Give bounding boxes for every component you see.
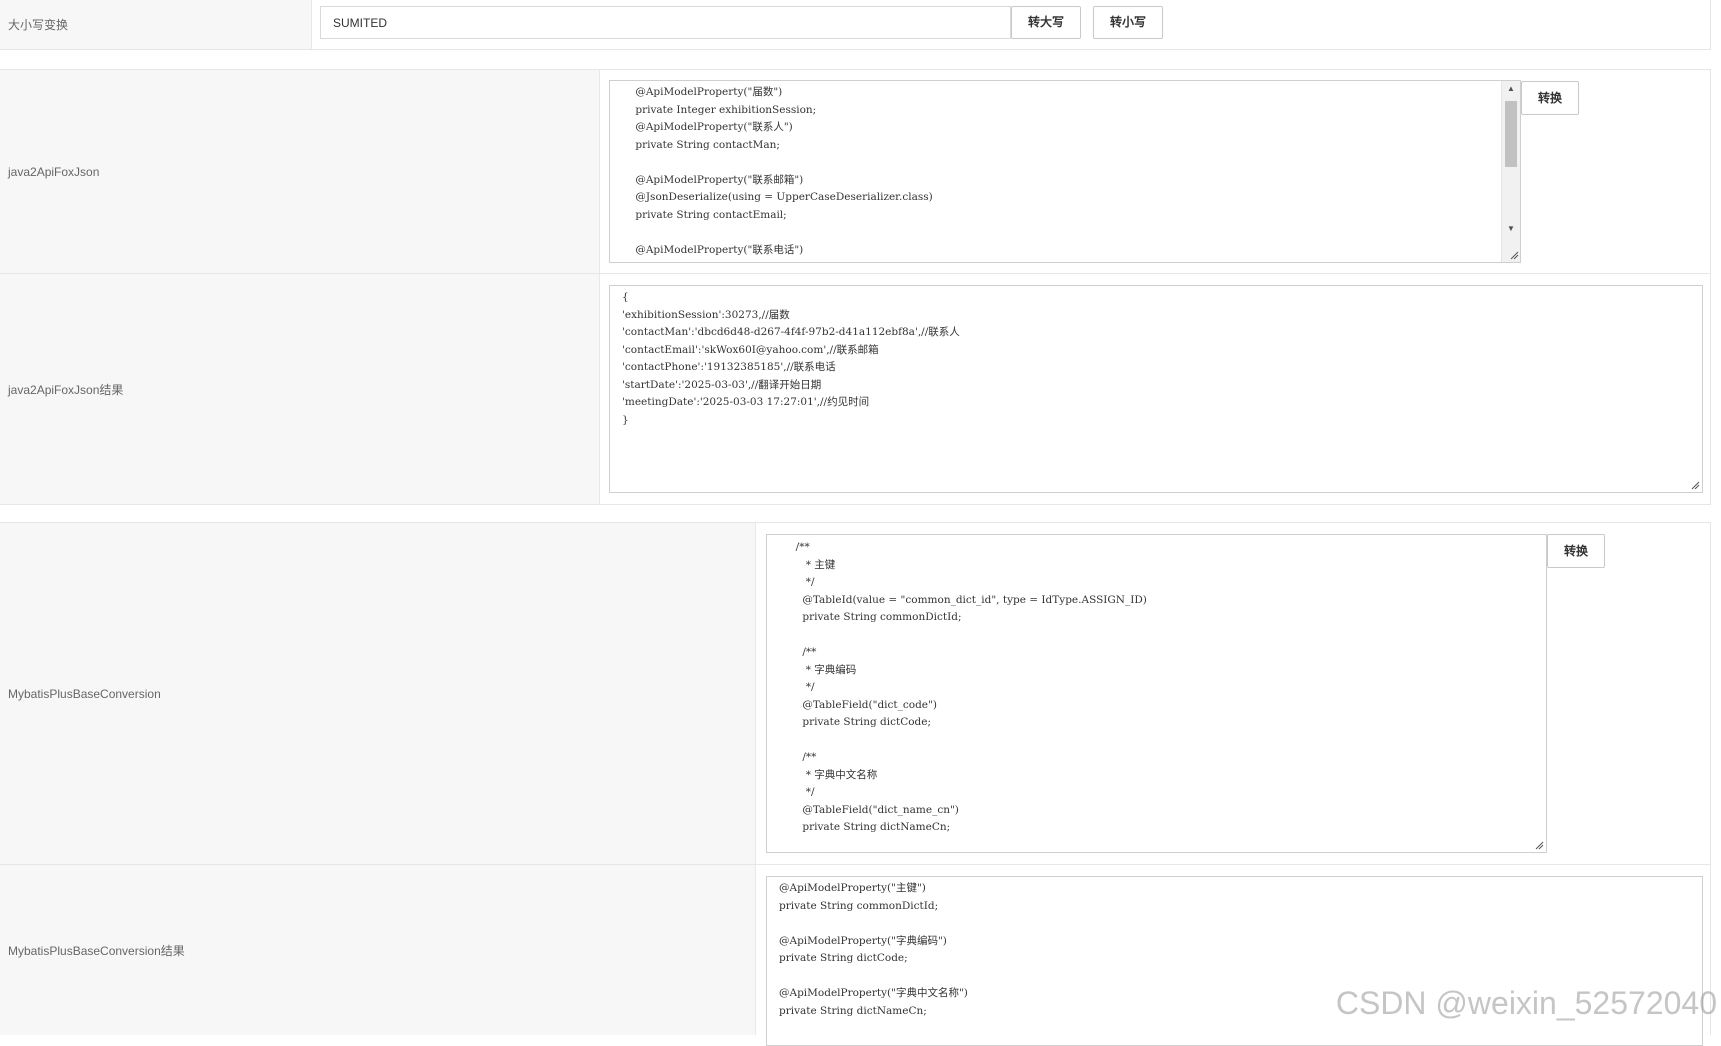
java2apifox-result-textarea[interactable]: { 'exhibitionSession':30273,//届数 'contac… [609,285,1703,493]
scroll-up-icon[interactable]: ▲ [1502,81,1520,97]
java2apifox-result-row: java2ApiFoxJson结果 { 'exhibitionSession':… [0,273,1711,505]
mybatis-code: /** * 主键 */ @TableId(value = "common_dic… [795,541,1147,833]
java2apifox-code: @ApiModelProperty("届数") private Integer … [635,86,933,256]
resize-grip-icon[interactable] [1509,250,1519,260]
java2apifox-result-code: { 'exhibitionSession':30273,//届数 'contac… [622,291,960,426]
mybatis-result-label: MybatisPlusBaseConversion结果 [0,865,756,1035]
mybatis-convert-button[interactable]: 转换 [1547,534,1605,568]
to-lowercase-button[interactable]: 转小写 [1093,6,1163,39]
java2apifox-row: java2ApiFoxJson @ApiModelProperty("届数") … [0,69,1711,275]
java2apifox-label: java2ApiFoxJson [0,70,600,274]
resize-grip-icon[interactable] [1534,840,1544,850]
mybatis-label: MybatisPlusBaseConversion [0,523,756,865]
resize-grip-icon[interactable] [1690,480,1700,490]
java2apifox-convert-button[interactable]: 转换 [1521,81,1579,115]
row-right-border [1710,523,1711,865]
to-uppercase-button[interactable]: 转大写 [1011,6,1081,39]
row-right-border [1710,0,1711,49]
case-convert-label: 大小写变换 [0,0,312,49]
case-convert-row: 大小写变换 转大写 转小写 [0,0,1711,50]
row-right-border [1710,70,1711,274]
java2apifox-textarea[interactable]: @ApiModelProperty("届数") private Integer … [609,80,1521,263]
scroll-thumb[interactable] [1505,101,1517,167]
java2apifox-result-label: java2ApiFoxJson结果 [0,274,600,504]
mybatis-row: MybatisPlusBaseConversion /** * 主键 */ @T… [0,522,1711,866]
csdn-watermark: CSDN @weixin_52572040 [1335,985,1717,1021]
java2apifox-scrollbar[interactable]: ▲ ▼ [1501,81,1520,262]
row-right-border [1710,274,1711,504]
case-convert-input[interactable] [320,6,1011,39]
mybatis-textarea[interactable]: /** * 主键 */ @TableId(value = "common_dic… [766,534,1547,853]
scroll-down-icon[interactable]: ▼ [1502,221,1520,237]
